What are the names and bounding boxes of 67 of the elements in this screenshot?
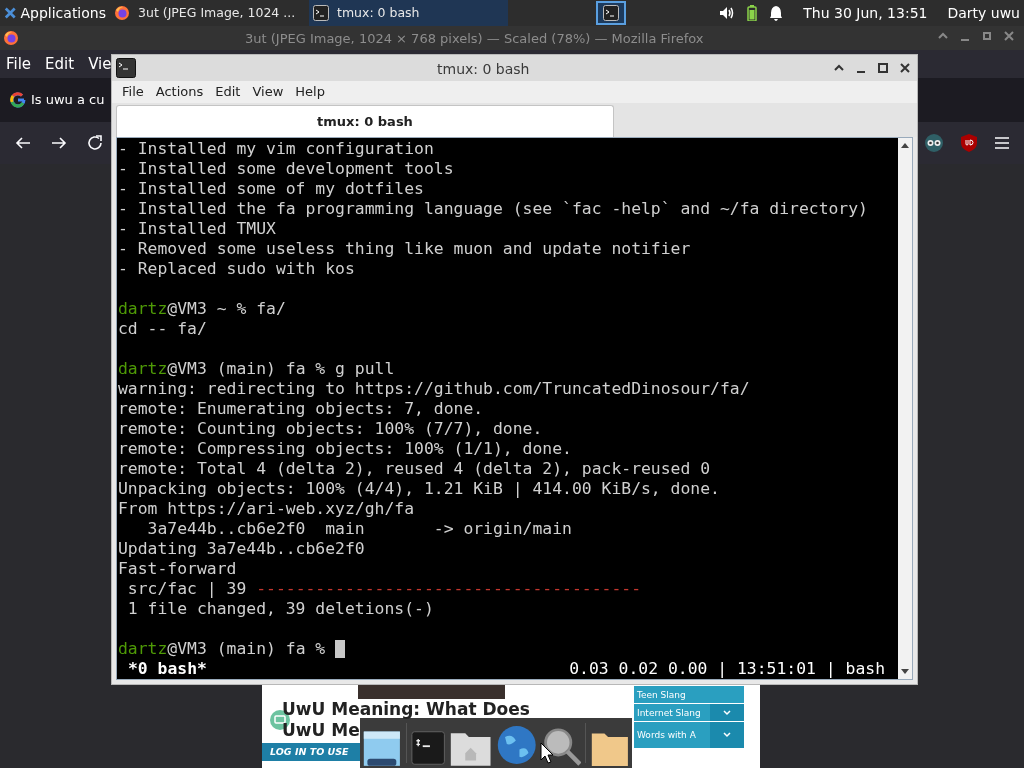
close-icon[interactable] bbox=[899, 62, 911, 74]
terminal-tab[interactable]: tmux: 0 bash bbox=[116, 105, 614, 137]
reload-icon[interactable] bbox=[86, 134, 104, 152]
terminal-line: - Installed some development tools bbox=[118, 159, 455, 179]
terminal-line: - Installed my vim configuration bbox=[118, 139, 435, 159]
maximize-icon[interactable] bbox=[877, 62, 889, 74]
terminal-line: warning: redirecting to https://github.com/TruncatedDinosour/fa/ bbox=[118, 379, 751, 399]
menu-item[interactable]: Actions bbox=[153, 82, 206, 102]
window-title: tmux: 0 bash bbox=[437, 60, 530, 79]
mouse-pointer-icon bbox=[540, 742, 554, 764]
terminal-line: - Replaced sudo with kos bbox=[118, 259, 356, 279]
terminal-line: 3a7e44b..cb6e2f0 main -> origin/main bbox=[146, 519, 573, 539]
menu-item[interactable]: Edit bbox=[213, 82, 243, 102]
chevron-icon bbox=[723, 732, 731, 738]
terminal-line: dartz@VM3 ~ % fa/ bbox=[118, 299, 287, 319]
terminal-line: dartz@VM3 (main) fa % g pull bbox=[118, 359, 396, 379]
terminal-line: remote: Enumerating objects: 7, done. bbox=[118, 399, 485, 419]
terminal-line: 1 file changed, 39 deletions(-) bbox=[126, 599, 435, 619]
applications-menu[interactable]: Applications bbox=[0, 0, 110, 26]
chevron-icon bbox=[723, 709, 731, 716]
terminal-line: Unpacking objects: 100% (4/4), 1.21 KiB | 414.00 KiB/s, done. bbox=[118, 479, 721, 499]
terminal-icon[interactable] bbox=[410, 728, 445, 768]
login-banner[interactable]: LOG IN TO USE bbox=[262, 743, 360, 761]
scroll-bar[interactable] bbox=[898, 138, 912, 679]
terminal-line: - Installed the fa programming language (see `fac -help` and ~/fa directory) bbox=[118, 199, 869, 219]
shield-icon[interactable] bbox=[960, 133, 978, 153]
terminal-line: dartz@VM3 (main) fa % bbox=[118, 639, 898, 659]
terminal-line: From https://ari-web.xyz/gh/fa bbox=[118, 499, 416, 519]
window-title: 3ut (JPEG Image, 1024 × 768 pixels) — Scaled (78%) — Mozilla Firefox bbox=[245, 30, 704, 48]
terminal-line: remote: Compressing objects: 100% (1/1), done. bbox=[118, 439, 573, 459]
menu-item[interactable]: Edit bbox=[45, 52, 75, 76]
google-icon bbox=[10, 92, 26, 108]
terminal-icon bbox=[116, 58, 136, 78]
menu-item[interactable]: View bbox=[250, 82, 286, 102]
status-info: 0.03 0.02 0.00 | 13:51:01 | bash bbox=[569, 659, 886, 679]
terminal-line: - Removed some useless thing like muon and update notifier bbox=[118, 239, 692, 259]
volume-icon[interactable] bbox=[719, 6, 736, 20]
terminal-line: - Installed TMUX bbox=[118, 219, 277, 239]
xfce-icon bbox=[4, 6, 17, 20]
terminal-line: remote: Total 4 (delta 2), reused 4 (delta 2), pack-reused 0 bbox=[118, 459, 712, 479]
status-window: *0 bash* bbox=[118, 659, 207, 679]
clock[interactable]: Thu 30 Jun, 13:51 bbox=[803, 2, 928, 24]
terminal-line: remote: Counting objects: 100% (7/7), done. bbox=[118, 419, 544, 439]
menu-item[interactable]: Vie bbox=[88, 52, 112, 76]
terminal-line: - Installed some of my dotfiles bbox=[118, 179, 425, 199]
menu-item[interactable]: File bbox=[120, 82, 146, 102]
article-heading: UwU Meaning: What Does bbox=[282, 699, 530, 720]
scroll-up-icon[interactable] bbox=[901, 142, 909, 148]
workspace-switcher[interactable] bbox=[596, 1, 626, 25]
terminal-line: cd -- fa/ bbox=[118, 319, 208, 339]
menu-icon[interactable] bbox=[994, 136, 1010, 150]
terminal-icon bbox=[313, 5, 329, 21]
user-name[interactable]: Darty uwu bbox=[947, 2, 1020, 24]
menu-item[interactable]: Help bbox=[293, 82, 327, 102]
taskbar-button[interactable]: tmux: 0 bash bbox=[309, 0, 508, 26]
terminal-line: Updating 3a7e44b..cb6e2f0 bbox=[118, 539, 366, 559]
browser-icon bbox=[3, 30, 19, 46]
menu-item[interactable]: File bbox=[6, 52, 32, 76]
goggles-icon[interactable] bbox=[924, 133, 944, 153]
terminal-line: src/fac | 39 --------------------------------------- bbox=[126, 579, 642, 599]
bell-icon[interactable] bbox=[769, 5, 784, 21]
terminal-line: Fast-forward bbox=[118, 559, 238, 579]
battery-icon[interactable] bbox=[747, 5, 758, 21]
article-heading: UwU Me bbox=[282, 720, 361, 741]
scroll-down-icon[interactable] bbox=[901, 669, 909, 675]
terminal-icon bbox=[603, 5, 619, 21]
browser-icon bbox=[114, 5, 130, 21]
